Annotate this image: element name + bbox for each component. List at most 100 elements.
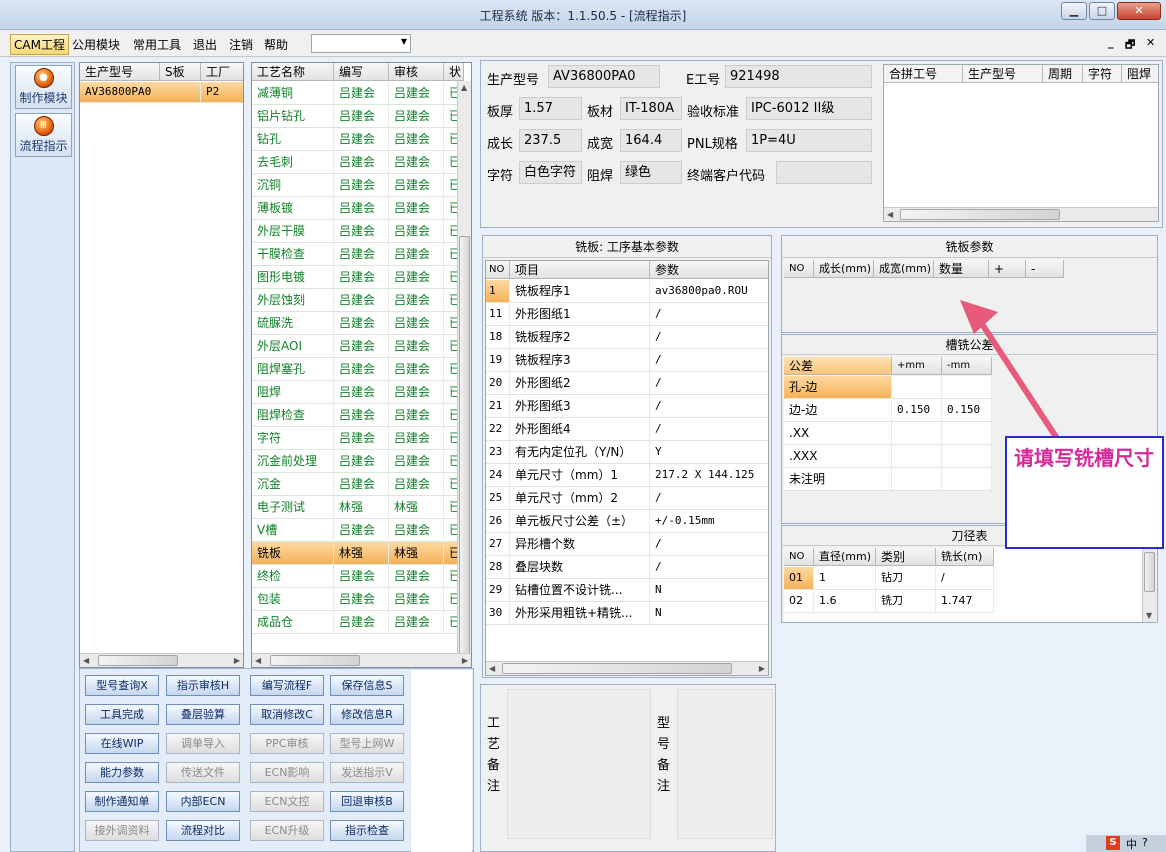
arrow-up-icon[interactable]: ▲ [461, 83, 467, 92]
process-cell[interactable]: 吕建会 [334, 565, 389, 588]
model-remark-field[interactable] [677, 689, 773, 839]
launcher-flow-instruction[interactable]: Ⅲ 流程指示 [15, 113, 72, 157]
process-cell[interactable]: 吕建会 [334, 588, 389, 611]
mill-item-cell[interactable]: 钻槽位置不设计铣... [510, 579, 650, 602]
arrow-left-icon[interactable]: ◀ [255, 656, 261, 665]
process-cell[interactable]: 吕建会 [334, 105, 389, 128]
character-field[interactable]: 白色字符 [519, 161, 582, 184]
pnl-field[interactable]: 1P=4U [746, 129, 872, 152]
mill-no-cell[interactable]: 27 [486, 533, 510, 556]
action-button[interactable]: 流程对比 [166, 820, 240, 841]
mill-board-header[interactable]: 成宽(mm) [874, 260, 934, 278]
process-cell[interactable]: 吕建会 [334, 289, 389, 312]
menu-logout[interactable]: 注销 [229, 36, 253, 53]
action-button[interactable]: 型号上网W [330, 733, 404, 754]
length-field[interactable]: 237.5 [519, 129, 582, 152]
process-name-cell[interactable]: V槽 [252, 519, 334, 542]
process-name-cell[interactable]: 图形电镀 [252, 266, 334, 289]
mill-no-cell[interactable]: 29 [486, 579, 510, 602]
process-name-cell[interactable]: 阻焊 [252, 381, 334, 404]
ime-icon[interactable]: S [1106, 836, 1120, 850]
process-cell[interactable]: 吕建会 [334, 358, 389, 381]
scroll-thumb[interactable] [270, 655, 360, 666]
model-grid-header[interactable]: S板 [160, 63, 201, 81]
mill-item-cell[interactable]: 外形图纸4 [510, 418, 650, 441]
tool-cell[interactable]: 01 [784, 567, 814, 590]
mill-item-cell[interactable]: 铣板程序3 [510, 349, 650, 372]
process-cell[interactable]: 吕建会 [389, 128, 444, 151]
horizontal-scrollbar[interactable]: ◀ ▶ [80, 653, 243, 667]
process-cell[interactable]: 吕建会 [389, 358, 444, 381]
merge-grid-header[interactable]: 字符 [1083, 65, 1122, 83]
action-button[interactable]: 型号查询X [85, 675, 159, 696]
mill-value-cell[interactable]: / [650, 326, 768, 349]
mill-item-cell[interactable]: 外形采用粗铣+精铣... [510, 602, 650, 625]
process-cell[interactable]: 林强 [334, 496, 389, 519]
scroll-thumb[interactable] [900, 209, 1060, 220]
process-cell[interactable]: 吕建会 [334, 312, 389, 335]
arrow-down-icon[interactable]: ▼ [1146, 611, 1152, 620]
process-name-cell[interactable]: 沉金 [252, 473, 334, 496]
tol-plus-cell[interactable]: 0.150 [892, 399, 942, 422]
menu-common-modules[interactable]: 公用模块 [72, 36, 120, 53]
tol-plus-cell[interactable] [892, 422, 942, 445]
action-button[interactable]: 回退审核B [330, 791, 404, 812]
tol-plus-cell[interactable] [892, 445, 942, 468]
close-button[interactable]: ✕ [1117, 2, 1161, 20]
action-button[interactable]: 内部ECN [166, 791, 240, 812]
mill-value-cell[interactable]: / [650, 556, 768, 579]
mill-board-header[interactable]: 成长(mm) [814, 260, 874, 278]
action-button[interactable]: ECN文控 [250, 791, 324, 812]
tool-cell[interactable]: 1.747 [936, 590, 994, 613]
process-name-cell[interactable]: 干膜检查 [252, 243, 334, 266]
tol-plus-cell[interactable] [892, 376, 942, 399]
action-button[interactable]: 指示审核H [166, 675, 240, 696]
mill-value-cell[interactable]: Y [650, 441, 768, 464]
process-cell[interactable]: 吕建会 [389, 450, 444, 473]
merge-grid-header[interactable]: 阻焊 [1122, 65, 1158, 83]
mill-value-cell[interactable]: / [650, 349, 768, 372]
merge-grid-header[interactable]: 周期 [1043, 65, 1083, 83]
tool-cell[interactable]: 1.6 [814, 590, 876, 613]
mill-board-header[interactable]: NO [784, 260, 814, 278]
mdi-restore-button[interactable]: 🗗 [1125, 36, 1135, 55]
arrow-left-icon[interactable]: ◀ [83, 656, 89, 665]
process-name-cell[interactable]: 沉铜 [252, 174, 334, 197]
maximize-button[interactable]: □ [1089, 2, 1115, 20]
mill-board-header[interactable]: 数量 [934, 260, 989, 278]
tool-header[interactable]: 类别 [876, 548, 936, 566]
mill-item-cell[interactable]: 铣板程序1 [510, 280, 650, 303]
mill-item-cell[interactable]: 外形图纸2 [510, 372, 650, 395]
mill-value-cell[interactable]: av36800pa0.ROU [650, 280, 768, 303]
process-name-cell[interactable]: 电子测试 [252, 496, 334, 519]
process-grid-header[interactable]: 编写 [334, 63, 389, 81]
mill-no-cell[interactable]: 25 [486, 487, 510, 510]
action-button[interactable]: 工具完成 [85, 704, 159, 725]
scroll-thumb[interactable] [1144, 552, 1155, 592]
process-cell[interactable]: 吕建会 [334, 450, 389, 473]
tool-cell[interactable]: 铣刀 [876, 590, 936, 613]
action-button[interactable]: 接外调资料 [85, 820, 159, 841]
mill-item-cell[interactable]: 外形图纸3 [510, 395, 650, 418]
process-cell[interactable]: 吕建会 [389, 312, 444, 335]
mill-item-cell[interactable]: 铣板程序2 [510, 326, 650, 349]
process-cell[interactable]: 吕建会 [334, 82, 389, 105]
process-cell[interactable]: 吕建会 [334, 220, 389, 243]
mill-value-cell[interactable]: 217.2 X 144.125 [650, 464, 768, 487]
menu-combo[interactable]: ▼ [311, 34, 411, 53]
action-button[interactable]: ECN升级 [250, 820, 324, 841]
material-field[interactable]: IT-180A [620, 97, 682, 120]
mill-no-cell[interactable]: 28 [486, 556, 510, 579]
merge-grid-header[interactable]: 合拼工号 [884, 65, 963, 83]
process-cell[interactable]: 吕建会 [389, 427, 444, 450]
menu-common-tools[interactable]: 常用工具 [133, 36, 181, 53]
process-cell[interactable]: 吕建会 [389, 473, 444, 496]
minimize-button[interactable]: ▁ [1061, 2, 1087, 20]
action-button[interactable]: PPC审核 [250, 733, 324, 754]
mdi-minimize-button[interactable]: _ [1108, 36, 1114, 49]
help-icon[interactable]: ? [1142, 836, 1148, 849]
mill-item-cell[interactable]: 有无内定位孔（Y/N） [510, 441, 650, 464]
production-model-field[interactable]: AV36800PA0 [548, 65, 660, 88]
mill-no-cell[interactable]: 11 [486, 303, 510, 326]
process-cell[interactable]: 吕建会 [334, 174, 389, 197]
